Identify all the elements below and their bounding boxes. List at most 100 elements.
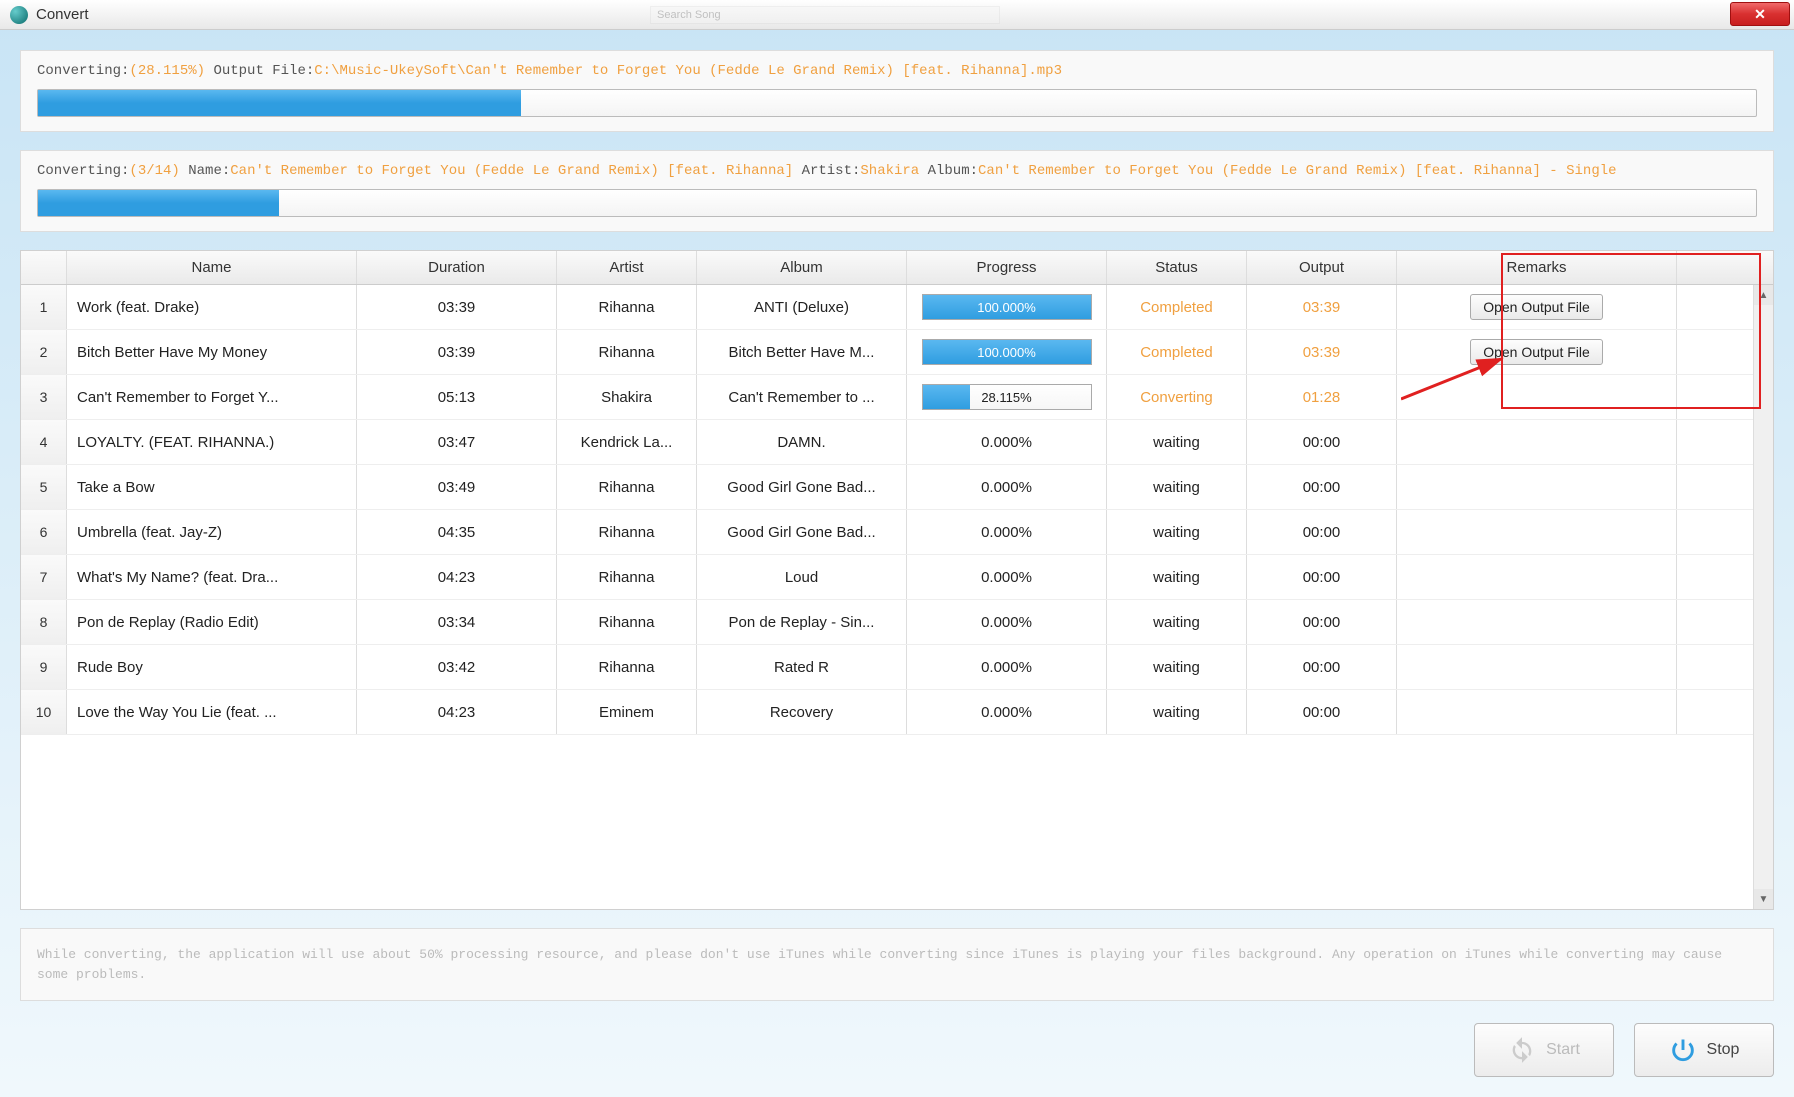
row-progress-text: 0.000% xyxy=(981,434,1032,451)
row-output: 00:00 xyxy=(1247,645,1397,689)
conversion-table: Name Duration Artist Album Progress Stat… xyxy=(20,250,1774,910)
th-output[interactable]: Output xyxy=(1247,251,1397,284)
th-name[interactable]: Name xyxy=(67,251,357,284)
overall-progressbar xyxy=(37,89,1757,117)
window-title: Convert xyxy=(36,6,89,23)
row-output: 01:28 xyxy=(1247,375,1397,419)
row-index: 4 xyxy=(21,420,67,464)
table-row[interactable]: 10Love the Way You Lie (feat. ...04:23Em… xyxy=(21,690,1773,735)
row-output: 00:00 xyxy=(1247,510,1397,554)
table-row[interactable]: 5Take a Bow03:49RihannaGood Girl Gone Ba… xyxy=(21,465,1773,510)
label-converting-b: Converting: xyxy=(37,163,129,179)
th-progress[interactable]: Progress xyxy=(907,251,1107,284)
scroll-up-icon[interactable]: ▲ xyxy=(1754,285,1773,305)
row-status: Completed xyxy=(1107,285,1247,329)
row-artist: Rihanna xyxy=(557,330,697,374)
scroll-down-icon[interactable]: ▼ xyxy=(1754,889,1773,909)
row-progress-text: 28.115% xyxy=(981,390,1031,405)
table-row[interactable]: 7What's My Name? (feat. Dra...04:23Rihan… xyxy=(21,555,1773,600)
row-progress: 0.000% xyxy=(907,600,1107,644)
stop-button[interactable]: Stop xyxy=(1634,1023,1774,1077)
row-duration: 05:13 xyxy=(357,375,557,419)
table-row[interactable]: 6Umbrella (feat. Jay-Z)04:35RihannaGood … xyxy=(21,510,1773,555)
row-name: Take a Bow xyxy=(67,465,357,509)
th-artist[interactable]: Artist xyxy=(557,251,697,284)
note-text: While converting, the application will u… xyxy=(37,947,1722,982)
row-index: 7 xyxy=(21,555,67,599)
row-name: Love the Way You Lie (feat. ... xyxy=(67,690,357,734)
row-status: waiting xyxy=(1107,690,1247,734)
label-name: Name: xyxy=(180,163,230,179)
row-remarks: Open Output File xyxy=(1397,285,1677,329)
th-remarks[interactable]: Remarks xyxy=(1397,251,1677,284)
th-index[interactable] xyxy=(21,251,67,284)
row-output: 03:39 xyxy=(1247,330,1397,374)
row-index: 5 xyxy=(21,465,67,509)
row-artist: Rihanna xyxy=(557,465,697,509)
th-status[interactable]: Status xyxy=(1107,251,1247,284)
row-progress: 0.000% xyxy=(907,645,1107,689)
row-album: ANTI (Deluxe) xyxy=(697,285,907,329)
titlebar: Convert ✕ xyxy=(0,0,1794,30)
table-row[interactable]: 3Can't Remember to Forget Y...05:13Shaki… xyxy=(21,375,1773,420)
table-row[interactable]: 8Pon de Replay (Radio Edit)03:34RihannaP… xyxy=(21,600,1773,645)
row-progressbar: 28.115% xyxy=(922,384,1092,410)
overall-percent: (28.115%) xyxy=(129,63,205,79)
output-path: C:\Music-UkeySoft\Can't Remember to Forg… xyxy=(314,63,1062,79)
row-progressbar: 100.000% xyxy=(922,339,1092,365)
row-status: waiting xyxy=(1107,510,1247,554)
row-index: 6 xyxy=(21,510,67,554)
close-icon: ✕ xyxy=(1754,6,1766,23)
table-body[interactable]: 1Work (feat. Drake)03:39RihannaANTI (Del… xyxy=(21,285,1773,909)
start-button[interactable]: Start xyxy=(1474,1023,1614,1077)
row-duration: 03:49 xyxy=(357,465,557,509)
row-name: LOYALTY. (FEAT. RIHANNA.) xyxy=(67,420,357,464)
current-item-panel: Converting:(3/14) Name:Can't Remember to… xyxy=(20,150,1774,232)
th-album[interactable]: Album xyxy=(697,251,907,284)
refresh-icon xyxy=(1508,1036,1536,1064)
close-button[interactable]: ✕ xyxy=(1730,2,1790,26)
row-progressbar: 100.000% xyxy=(922,294,1092,320)
row-progress-text: 0.000% xyxy=(981,704,1032,721)
row-status: Converting xyxy=(1107,375,1247,419)
row-remarks xyxy=(1397,555,1677,599)
row-duration: 04:23 xyxy=(357,690,557,734)
song-name: Can't Remember to Forget You (Fedde Le G… xyxy=(230,163,793,179)
table-row[interactable]: 2Bitch Better Have My Money 03:39 RihannaB… xyxy=(21,330,1773,375)
row-progress-text: 0.000% xyxy=(981,614,1032,631)
row-remarks xyxy=(1397,510,1677,554)
row-progress: 0.000% xyxy=(907,555,1107,599)
row-progress: 0.000% xyxy=(907,465,1107,509)
row-progress: 0.000% xyxy=(907,690,1107,734)
row-progress-text: 0.000% xyxy=(981,524,1032,541)
row-duration: 03:34 xyxy=(357,600,557,644)
search-input[interactable] xyxy=(650,6,1000,24)
row-progress-text: 100.000% xyxy=(977,345,1036,360)
power-icon xyxy=(1669,1036,1697,1064)
row-artist: Rihanna xyxy=(557,600,697,644)
row-output: 00:00 xyxy=(1247,420,1397,464)
row-album: Can't Remember to ... xyxy=(697,375,907,419)
row-progress-text: 0.000% xyxy=(981,569,1032,586)
scrollbar[interactable]: ▲ ▼ xyxy=(1753,285,1773,909)
table-row[interactable]: 4LOYALTY. (FEAT. RIHANNA.)03:47Kendrick … xyxy=(21,420,1773,465)
row-duration: 04:23 xyxy=(357,555,557,599)
row-output: 00:00 xyxy=(1247,465,1397,509)
label-artist: Artist: xyxy=(793,163,860,179)
row-index: 2 xyxy=(21,330,67,374)
row-output: 00:00 xyxy=(1247,555,1397,599)
row-duration: 03:42 xyxy=(357,645,557,689)
overall-progress-line: Converting:(28.115%) Output File:C:\Musi… xyxy=(37,63,1757,79)
th-duration[interactable]: Duration xyxy=(357,251,557,284)
table-row[interactable]: 9Rude Boy03:42RihannaRated R0.000%waitin… xyxy=(21,645,1773,690)
row-artist: Kendrick La... xyxy=(557,420,697,464)
row-progress: 0.000% xyxy=(907,420,1107,464)
row-album: Bitch Better Have M... xyxy=(697,330,907,374)
row-progress: 100.000% xyxy=(907,285,1107,329)
open-output-file-button[interactable]: Open Output File xyxy=(1470,294,1603,320)
row-name: Bitch Better Have My Money xyxy=(67,330,357,374)
row-name: Pon de Replay (Radio Edit) xyxy=(67,600,357,644)
table-row[interactable]: 1Work (feat. Drake)03:39RihannaANTI (Del… xyxy=(21,285,1773,330)
row-index: 8 xyxy=(21,600,67,644)
open-output-file-button[interactable]: Open Output File xyxy=(1470,339,1603,365)
